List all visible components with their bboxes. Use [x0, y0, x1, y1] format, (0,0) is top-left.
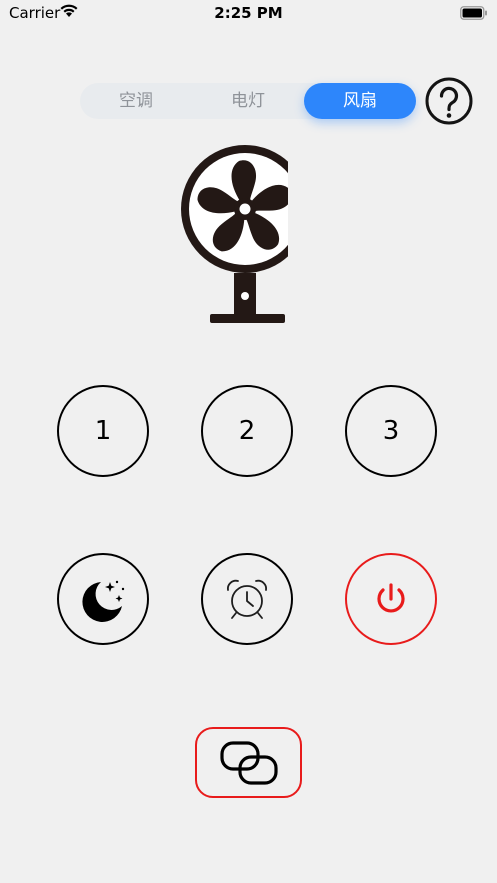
status-time: 2:25 PM [214, 4, 283, 22]
question-icon [425, 77, 473, 125]
tab-fan[interactable]: 风扇 [304, 83, 416, 119]
speed-3-button[interactable]: 3 [345, 385, 437, 477]
speed-1-button[interactable]: 1 [57, 385, 149, 477]
speed-2-button[interactable]: 2 [201, 385, 293, 477]
power-icon [377, 583, 405, 613]
device-tab-bar: 空调 电灯 风扇 [80, 83, 416, 119]
speed-3-label: 3 [382, 416, 400, 446]
help-button[interactable] [425, 77, 473, 125]
fan-illustration [178, 142, 309, 327]
tab-air-conditioner[interactable]: 空调 [80, 83, 192, 119]
status-bar: Carrier 2:25 PM [0, 0, 497, 26]
speed-1-label: 1 [94, 416, 112, 446]
power-button[interactable] [345, 553, 437, 645]
timer-button[interactable] [201, 553, 293, 645]
battery-icon [460, 5, 488, 24]
sleep-mode-button[interactable] [57, 553, 149, 645]
link-icon [219, 740, 278, 785]
tab-light[interactable]: 电灯 [192, 83, 304, 119]
connect-button[interactable] [195, 727, 302, 798]
moon-stars-icon [82, 580, 125, 622]
alarm-clock-icon [227, 579, 267, 619]
speed-2-label: 2 [238, 416, 256, 446]
